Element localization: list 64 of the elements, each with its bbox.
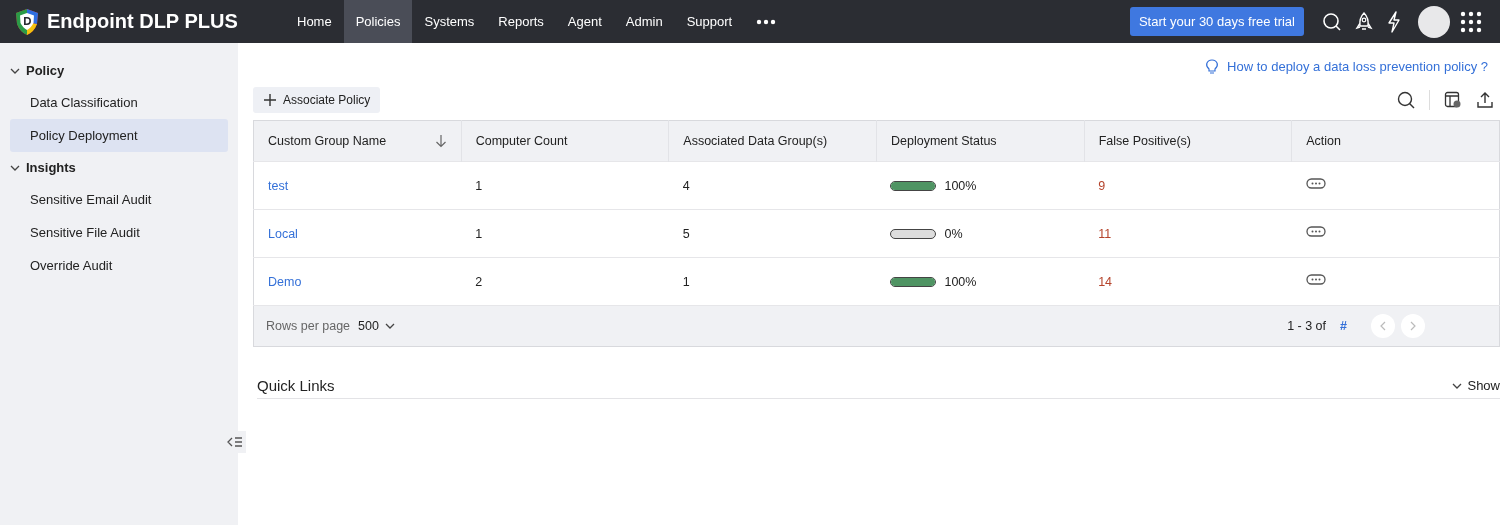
table-cell: 1 (475, 226, 483, 241)
show-toggle[interactable]: Show (1467, 378, 1500, 393)
rocket-icon[interactable] (1354, 10, 1374, 33)
nav-tab[interactable]: Agent (555, 0, 614, 43)
sidebar-item[interactable]: Policy Deployment (10, 119, 228, 152)
avatar[interactable] (1418, 5, 1450, 38)
table-cell: 5 (682, 226, 690, 241)
table-cell: 4 (682, 178, 690, 193)
nav-tab[interactable]: Admin (613, 0, 675, 43)
export-icon[interactable] (1476, 91, 1494, 109)
sidebar-section[interactable]: Policy (26, 63, 65, 78)
chevron-left-icon (1379, 321, 1387, 331)
trial-button[interactable]: Start your 30 days free trial (1129, 7, 1304, 36)
table-cell: 1 (682, 274, 690, 289)
sidebar-section[interactable]: Insights (26, 160, 76, 175)
sidebar-item[interactable]: Sensitive File Audit (10, 216, 228, 249)
status-percent: 100% (944, 178, 977, 193)
chevron-right-icon (1409, 321, 1417, 331)
sort-arrow-icon[interactable] (434, 134, 447, 148)
section-title: Quick Links (257, 377, 335, 394)
column-header[interactable]: False Positive(s) (1098, 134, 1191, 148)
column-header[interactable]: Custom Group Name (268, 134, 387, 148)
column-header[interactable]: Action (1306, 134, 1342, 148)
total-count-link[interactable]: # (1340, 319, 1347, 333)
more-options-icon[interactable] (1305, 178, 1326, 190)
column-header[interactable]: Computer Count (475, 134, 568, 148)
false-positive-count[interactable]: 11 (1098, 226, 1112, 241)
status-percent: 0% (944, 226, 963, 241)
group-link[interactable]: Local (268, 226, 298, 241)
associate-policy-button[interactable]: Associate Policy (253, 87, 381, 113)
sidebar-item[interactable]: Sensitive Email Audit (10, 183, 228, 216)
group-link[interactable]: Demo (268, 274, 302, 289)
app-grid-icon[interactable] (1460, 10, 1482, 33)
table-cell: 2 (475, 274, 483, 289)
more-icon[interactable] (756, 18, 777, 25)
sidebar-item[interactable]: Data Classification (10, 86, 228, 119)
column-settings-icon[interactable] (1444, 91, 1462, 109)
nav-tab[interactable]: Support (674, 0, 745, 43)
nav-tab[interactable]: Systems (412, 0, 487, 43)
chevron-icon[interactable] (384, 321, 395, 331)
status-percent: 100% (944, 274, 977, 289)
help-link[interactable]: How to deploy a data loss prevention policy ? (1227, 58, 1488, 74)
shield-logo-icon (15, 7, 39, 36)
rows-per-page-select[interactable]: 500 (358, 319, 379, 333)
plus-icon (263, 93, 277, 107)
page-range: 1 - 3 of (1287, 319, 1327, 333)
nav-tab[interactable]: Home (285, 0, 344, 43)
app-title: Endpoint DLP PLUS (47, 10, 238, 33)
false-positive-count[interactable]: 14 (1098, 274, 1113, 289)
sidebar-item[interactable]: Override Audit (10, 249, 228, 282)
false-positive-count[interactable]: 9 (1098, 178, 1106, 193)
search-icon[interactable] (1322, 11, 1342, 32)
rows-per-page-label: Rows per page (266, 319, 351, 333)
nav-tab[interactable]: Policies (343, 0, 413, 43)
table-cell: 1 (475, 178, 483, 193)
lightning-icon[interactable] (1386, 10, 1402, 33)
search-icon[interactable] (1397, 91, 1415, 109)
nav-tab[interactable]: Reports (486, 0, 556, 43)
progress-bar (890, 181, 937, 192)
more-options-icon[interactable] (1305, 274, 1326, 286)
more-options-icon[interactable] (1305, 226, 1326, 238)
progress-bar (890, 277, 937, 288)
group-link[interactable]: test (268, 178, 289, 193)
column-header[interactable]: Deployment Status (890, 134, 997, 148)
